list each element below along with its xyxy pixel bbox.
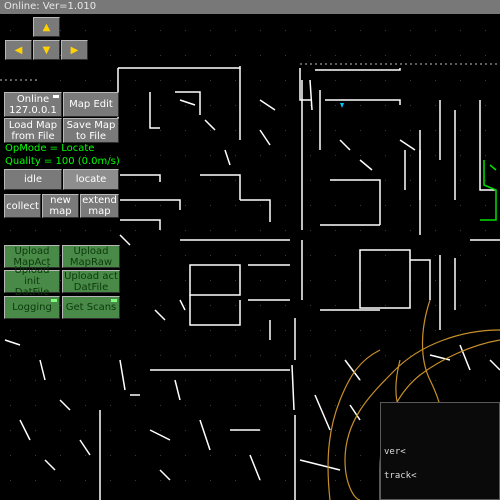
upload-mapraw-button[interactable]: Upload MapRaw xyxy=(62,245,120,268)
pan-up-button[interactable]: ▲ xyxy=(33,17,60,37)
arrow-down-icon: ▼ xyxy=(42,44,51,56)
upload-mapraw-label-2: MapRaw xyxy=(69,256,113,268)
robot-position-marker xyxy=(340,103,344,108)
console-line: ver< xyxy=(384,447,406,457)
save-map-button[interactable]: Save Map to File xyxy=(63,118,119,143)
upload-init-label-1: Upload init xyxy=(14,265,50,287)
get-scans-indicator-icon xyxy=(111,299,117,302)
pan-down-button[interactable]: ▼ xyxy=(33,40,60,60)
save-map-label-2: to File xyxy=(76,130,106,142)
collect-button[interactable]: collect xyxy=(4,194,41,218)
logging-label: Logging xyxy=(12,302,52,313)
opmode-status: OpMode = Locate xyxy=(5,143,95,154)
idle-label: idle xyxy=(23,174,43,185)
pan-right-button[interactable]: ▶ xyxy=(61,40,88,60)
new-map-button[interactable]: new map xyxy=(42,194,79,218)
title-bar: Online: Ver=1.010 xyxy=(0,0,500,14)
quality-status: Quality = 100 (0.0m/s) xyxy=(5,156,120,167)
upload-mapraw-label-1: Upload xyxy=(73,245,109,257)
map-edit-button[interactable]: Map Edit xyxy=(63,92,119,117)
upload-act-datfile-button[interactable]: Upload act DatFile xyxy=(62,270,120,293)
load-map-label-1: Load Map xyxy=(8,119,58,131)
extend-map-label-2: map xyxy=(88,206,111,217)
pan-left-button[interactable]: ◀ xyxy=(5,40,32,60)
logging-button[interactable]: Logging xyxy=(4,296,60,319)
new-map-label-2: map xyxy=(49,206,72,217)
collect-label: collect xyxy=(6,200,39,212)
title-text: Online: Ver=1.010 xyxy=(4,1,97,12)
get-scans-label: Get Scans xyxy=(65,302,117,313)
console-panel[interactable]: ver< track< xyxy=(380,402,500,500)
upload-act-label-1: Upload act xyxy=(64,270,118,282)
load-map-label-2: from File xyxy=(11,130,55,142)
map-edit-label: Map Edit xyxy=(69,99,113,110)
arrow-left-icon: ◀ xyxy=(14,44,23,56)
online-button[interactable]: Online 127.0.0.1 xyxy=(4,92,62,117)
locate-button[interactable]: locate xyxy=(63,169,119,190)
load-map-button[interactable]: Load Map from File xyxy=(4,118,62,143)
arrow-right-icon: ▶ xyxy=(70,44,79,56)
online-label: Online xyxy=(16,93,50,105)
arrow-up-icon: ▲ xyxy=(42,21,51,33)
upload-act-label-2: DatFile xyxy=(73,281,109,293)
get-scans-button[interactable]: Get Scans xyxy=(62,296,120,319)
logging-indicator-icon xyxy=(51,299,57,302)
console-line: track< xyxy=(384,471,417,481)
online-address: 127.0.0.1 xyxy=(9,104,57,116)
idle-button[interactable]: idle xyxy=(4,169,62,190)
new-map-label-1: new xyxy=(50,195,71,206)
upload-init-datfile-button[interactable]: Upload init DatFile xyxy=(4,265,60,298)
extend-map-button[interactable]: extend map xyxy=(80,194,119,218)
extend-map-label-1: extend xyxy=(82,195,117,206)
upload-mapact-label-1: Upload xyxy=(14,245,50,257)
save-map-label-1: Save Map xyxy=(66,119,116,131)
locate-label: locate xyxy=(75,174,107,185)
online-indicator-icon xyxy=(53,95,59,98)
